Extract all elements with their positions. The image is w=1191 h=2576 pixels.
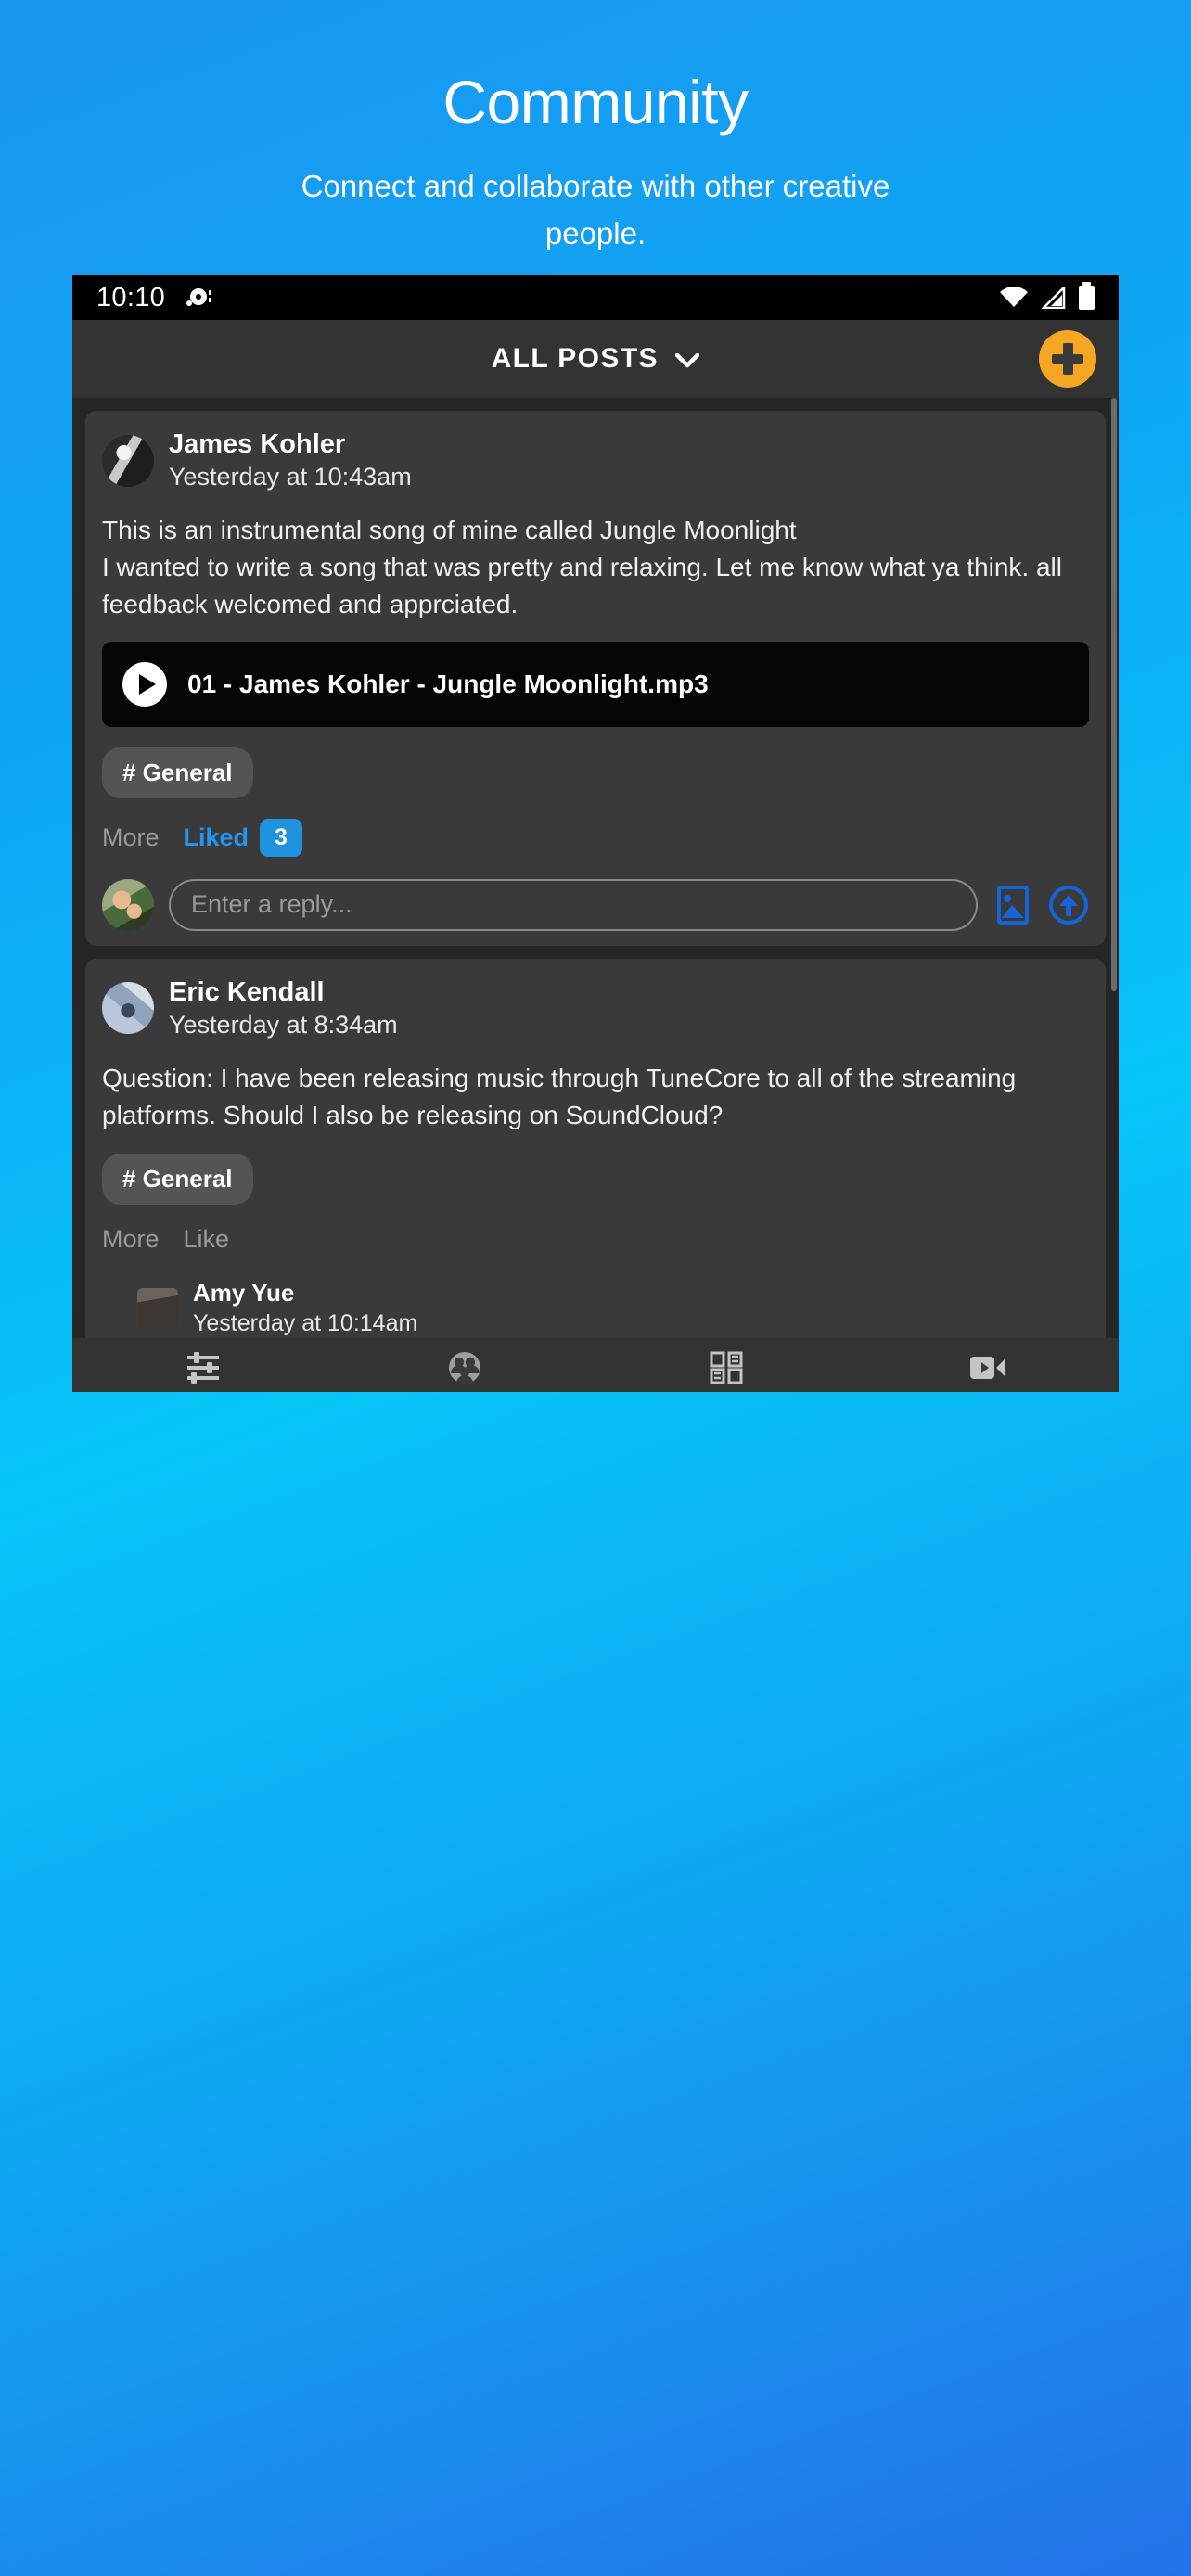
cell-signal-icon — [1040, 284, 1066, 310]
avatar[interactable] — [102, 878, 154, 931]
battery-full-icon — [1079, 282, 1095, 310]
reply-placeholder: Enter a reply... — [191, 890, 352, 919]
wifi-icon — [1000, 287, 1028, 308]
reply-timestamp: Yesterday at 10:14am — [193, 1309, 418, 1336]
status-icons — [1000, 282, 1095, 310]
more-button[interactable]: More — [102, 823, 160, 852]
nested-reply[interactable]: Amy Yue Yesterday at 10:14am @Eric Kenda… — [137, 1278, 1089, 1338]
page-subtitle: Connect and collaborate with other creat… — [301, 168, 890, 250]
feed-scrollbar[interactable] — [1111, 398, 1117, 991]
post-timestamp: Yesterday at 10:43am — [169, 463, 412, 491]
post-card[interactable]: James Kohler Yesterday at 10:43am This i… — [85, 411, 1106, 946]
post-tag[interactable]: # General — [102, 1154, 253, 1205]
like-count-badge: 3 — [260, 818, 302, 857]
app-bar: ALL POSTS — [72, 320, 1119, 398]
avatar[interactable] — [102, 434, 154, 487]
like-button[interactable]: Liked — [184, 823, 250, 852]
nav-tab-products[interactable]: PRODUCTS — [72, 1338, 334, 1392]
post-feed[interactable]: James Kohler Yesterday at 10:43am This i… — [72, 398, 1119, 1338]
post-actions: More Liked 3 — [102, 818, 1089, 857]
record-notification-icon — [186, 287, 213, 309]
nav-tab-community[interactable]: COMMUNITY — [334, 1338, 596, 1392]
status-bar: 10:10 — [72, 275, 1119, 320]
reply-header: Amy Yue Yesterday at 10:14am — [137, 1278, 1089, 1338]
app-bar-title: ALL POSTS — [491, 343, 659, 374]
status-time: 10:10 — [96, 282, 166, 312]
add-post-button[interactable] — [1039, 330, 1096, 388]
post-author: James Kohler — [169, 429, 346, 459]
upload-arrow-icon[interactable] — [1048, 885, 1089, 925]
post-tag[interactable]: # General — [102, 746, 253, 798]
post-author: Eric Kendall — [169, 976, 325, 1007]
reply-author: Amy Yue — [193, 1279, 295, 1307]
video-icon — [969, 1349, 1006, 1386]
all-posts-dropdown[interactable]: ALL POSTS — [492, 343, 700, 375]
workspaces-icon — [710, 1349, 743, 1386]
people-icon — [447, 1349, 482, 1386]
nav-tab-workspaces[interactable]: WORKSPACES — [596, 1338, 857, 1392]
post-header: James Kohler Yesterday at 10:43am — [102, 427, 1089, 493]
post-card[interactable]: Eric Kendall Yesterday at 8:34am Questio… — [85, 958, 1106, 1338]
image-icon[interactable] — [992, 885, 1033, 925]
post-header: Eric Kendall Yesterday at 8:34am — [102, 976, 1089, 1041]
audio-filename: 01 - James Kohler - Jungle Moonlight.mp3 — [187, 669, 709, 698]
post-body: Question: I have been releasing music th… — [102, 1063, 1017, 1129]
post-actions: More Like — [102, 1225, 1089, 1254]
play-icon[interactable] — [122, 661, 167, 707]
page-title: Community — [442, 68, 749, 136]
bottom-navigation: PRODUCTS COMMUNITY W — [72, 1338, 1119, 1392]
nav-tab-learn[interactable]: LEARN — [857, 1338, 1119, 1392]
reply-input[interactable]: Enter a reply... — [169, 878, 978, 931]
avatar[interactable] — [102, 982, 154, 1035]
like-button[interactable]: Like — [184, 1225, 230, 1254]
post-timestamp: Yesterday at 8:34am — [169, 1010, 398, 1039]
avatar[interactable] — [137, 1287, 178, 1329]
sliders-icon — [186, 1349, 221, 1386]
reply-bar: Enter a reply... — [102, 878, 1089, 931]
promo-header: Community Connect and collaborate with o… — [0, 0, 1191, 257]
phone-mockup: 10:10 ALL POSTS James Kohler Yesterday a… — [72, 275, 1119, 1392]
audio-attachment[interactable]: 01 - James Kohler - Jungle Moonlight.mp3 — [102, 641, 1089, 727]
post-body: This is an instrumental song of mine cal… — [102, 516, 1062, 618]
chevron-down-icon — [675, 353, 700, 373]
more-button[interactable]: More — [102, 1225, 160, 1254]
